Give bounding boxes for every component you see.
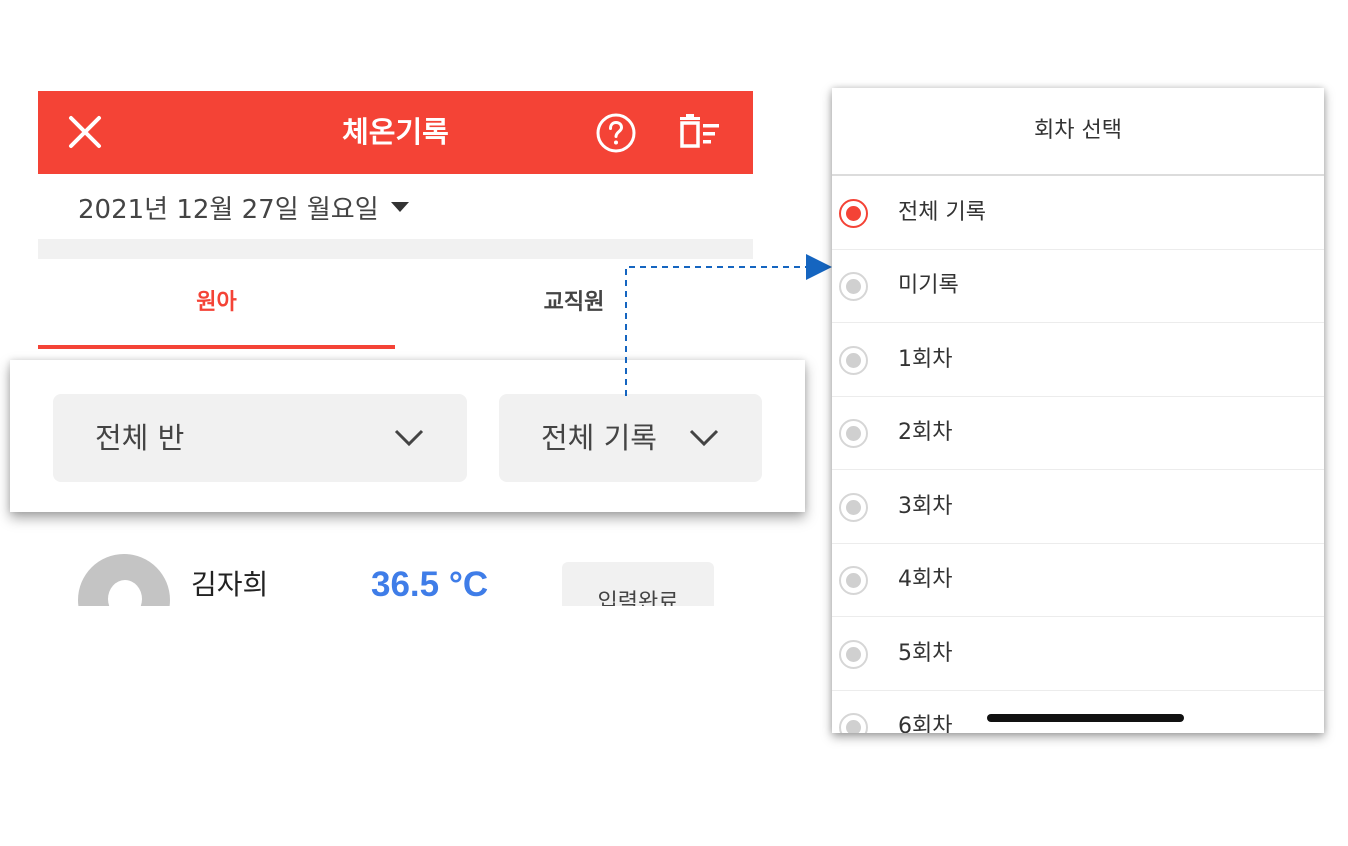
tab-children[interactable]: 원아: [38, 279, 395, 327]
section-divider: [38, 239, 753, 259]
radio-icon: [839, 640, 868, 669]
round-option-label: 전체 기록: [898, 200, 986, 225]
round-option-label: 1회차: [898, 347, 953, 372]
radio-icon: [839, 493, 868, 522]
tab-staff[interactable]: 교직원: [395, 279, 753, 327]
round-option[interactable]: 1회차: [832, 324, 1324, 397]
radio-icon: [839, 346, 868, 375]
round-option[interactable]: 2회차: [832, 397, 1324, 470]
help-circle-icon[interactable]: [595, 112, 637, 154]
round-option-label: 6회차: [898, 714, 953, 733]
app-header: 체온기록: [38, 91, 753, 174]
sheet-title: 회차 선택: [1034, 118, 1122, 143]
round-option-label: 미기록: [898, 273, 959, 298]
user-avatar-icon: [78, 554, 170, 606]
child-name: 김자희: [191, 568, 269, 601]
round-option[interactable]: 4회차: [832, 544, 1324, 617]
class-select[interactable]: 전체 반: [53, 394, 467, 482]
record-select-value: 전체 기록: [541, 421, 657, 455]
round-option[interactable]: 미기록: [832, 250, 1324, 323]
record-select[interactable]: 전체 기록: [499, 394, 762, 482]
temperature-record-screen: 체온기록 2021년 12월 27일 월요일 원아 교직원 김자희 36.5 °…: [38, 91, 753, 606]
round-option[interactable]: 전체 기록: [832, 177, 1324, 250]
chevron-down-icon: [689, 424, 719, 450]
filter-panel: 전체 반 전체 기록: [10, 360, 805, 512]
date-selector[interactable]: 2021년 12월 27일 월요일: [78, 189, 409, 225]
page-title: 체온기록: [342, 115, 449, 149]
radio-icon: [839, 566, 868, 595]
round-select-sheet: 회차 선택 전체 기록 미기록 1회차 2회차 3회차 4회차 5회차 6회차: [832, 88, 1324, 733]
radio-icon: [839, 713, 868, 733]
home-indicator: [987, 714, 1184, 722]
round-option-label: 3회차: [898, 494, 953, 519]
radio-icon: [839, 272, 868, 301]
round-option[interactable]: 5회차: [832, 618, 1324, 691]
trash-list-icon[interactable]: [676, 113, 724, 151]
temperature-value: 36.5 °C: [371, 565, 489, 604]
date-label: 2021년 12월 27일 월요일: [78, 194, 379, 225]
active-tab-indicator: [38, 345, 395, 349]
sheet-header: 회차 선택: [832, 88, 1324, 176]
round-option[interactable]: 6회차: [832, 691, 1324, 733]
round-option-label: 2회차: [898, 420, 953, 445]
radio-icon: [839, 419, 868, 448]
round-option-label: 5회차: [898, 641, 953, 666]
caret-down-icon: [390, 202, 409, 212]
round-option[interactable]: 3회차: [832, 471, 1324, 544]
radio-selected-icon: [839, 199, 868, 228]
input-complete-button[interactable]: 입력완료: [562, 562, 714, 606]
class-select-value: 전체 반: [95, 421, 185, 455]
chevron-down-icon: [394, 424, 424, 450]
round-option-label: 4회차: [898, 567, 953, 592]
